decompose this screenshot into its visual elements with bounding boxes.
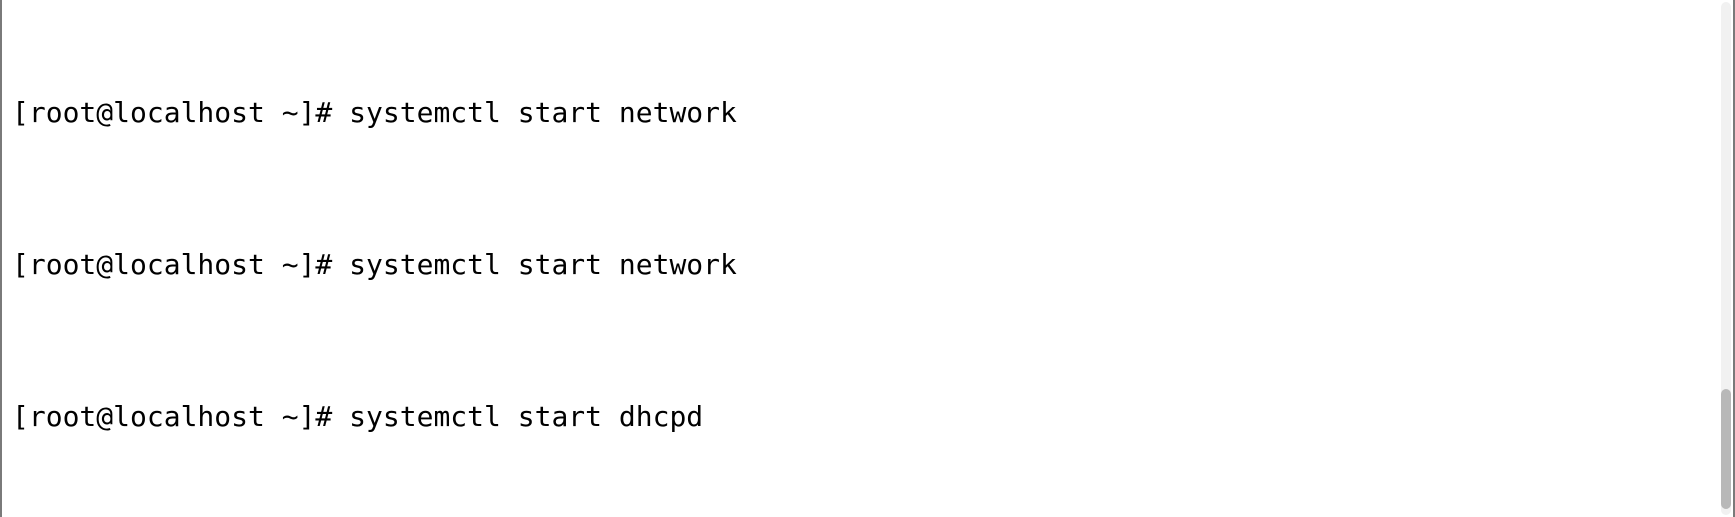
cmd-line-1: [root@localhost ~]# systemctl start netw…	[12, 94, 1725, 132]
cmd-line-3: [root@localhost ~]# systemctl start dhcp…	[12, 398, 1725, 436]
command-text: systemctl start dhcpd	[349, 400, 703, 433]
scrollbar-thumb[interactable]	[1721, 389, 1731, 509]
terminal-output[interactable]: [root@localhost ~]# systemctl start netw…	[0, 0, 1735, 517]
command-text: systemctl start network	[349, 96, 737, 129]
cmd-line-2: [root@localhost ~]# systemctl start netw…	[12, 246, 1725, 284]
scrollbar[interactable]	[1719, 0, 1733, 517]
prompt: [root@localhost ~]#	[12, 400, 349, 433]
command-text: systemctl start network	[349, 248, 737, 281]
prompt: [root@localhost ~]#	[12, 248, 349, 281]
prompt: [root@localhost ~]#	[12, 96, 349, 129]
